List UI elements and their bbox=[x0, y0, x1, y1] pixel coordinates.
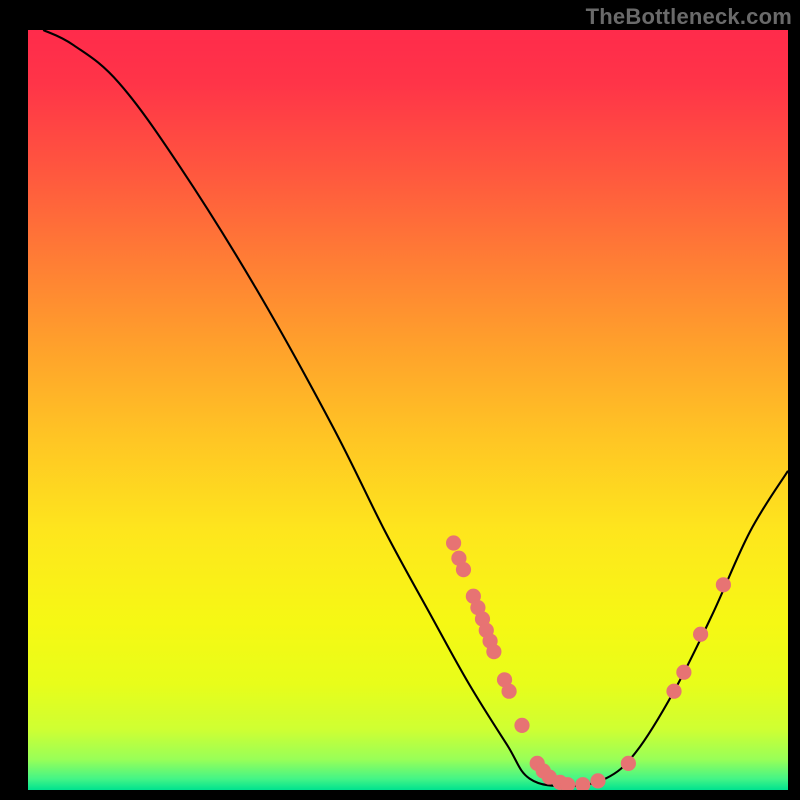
data-marker bbox=[560, 777, 575, 792]
data-marker bbox=[590, 773, 605, 788]
data-marker bbox=[456, 562, 471, 577]
data-marker bbox=[501, 684, 516, 699]
data-marker bbox=[693, 627, 708, 642]
watermark-label: TheBottleneck.com bbox=[586, 4, 792, 30]
bottleneck-chart bbox=[0, 0, 800, 800]
data-marker bbox=[514, 718, 529, 733]
data-marker bbox=[486, 644, 501, 659]
data-marker bbox=[621, 756, 636, 771]
plot-area bbox=[28, 30, 788, 790]
data-marker bbox=[446, 535, 461, 550]
data-marker bbox=[676, 665, 691, 680]
data-marker bbox=[666, 684, 681, 699]
data-marker bbox=[575, 777, 590, 792]
stage: TheBottleneck.com bbox=[0, 0, 800, 800]
data-marker bbox=[716, 577, 731, 592]
